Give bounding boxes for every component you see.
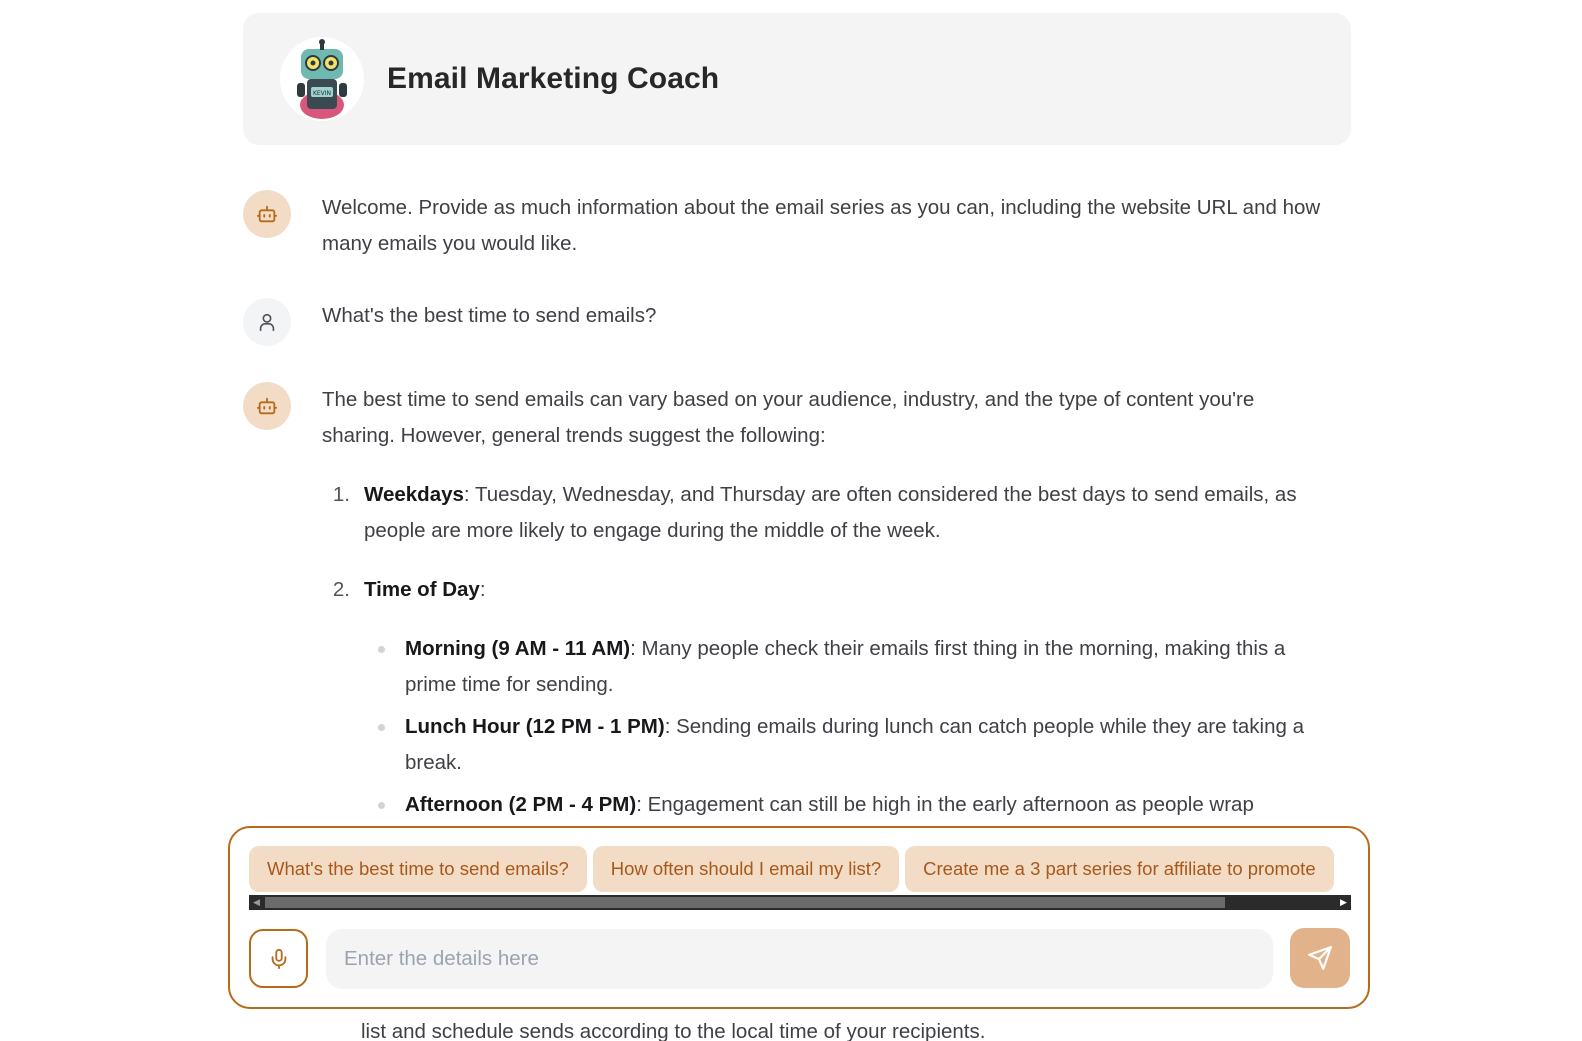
bullet-dot (364, 709, 405, 781)
message-intro: The best time to send emails can vary ba… (322, 388, 1255, 447)
horizontal-scrollbar[interactable]: ◀ ▶ (249, 895, 1351, 910)
robot-avatar-icon: KEVIN (280, 37, 364, 121)
message-bot: Welcome. Provide as much information abo… (243, 190, 1332, 262)
list-item-heading: Weekdays (364, 483, 464, 506)
bullet-body: Lunch Hour (12 PM - 1 PM): Sending email… (405, 709, 1332, 781)
bullet-heading: Morning (9 AM - 11 AM) (405, 637, 631, 660)
message-user: What's the best time to send emails? (243, 298, 1332, 346)
bullet-dot (364, 631, 405, 703)
list-item: 1. Weekdays: Tuesday, Wednesday, and Thu… (322, 477, 1332, 549)
send-icon (1308, 946, 1332, 970)
bullet-dot (364, 787, 405, 823)
bullet-heading: Lunch Hour (12 PM - 1 PM) (405, 715, 665, 738)
list-number: 2. (332, 578, 350, 601)
list-item-body: Weekdays: Tuesday, Wednesday, and Thursd… (364, 477, 1332, 549)
bullet-body: Afternoon (2 PM - 4 PM): Engagement can … (405, 787, 1254, 823)
scroll-right-icon[interactable]: ▶ (1336, 895, 1351, 910)
microphone-button[interactable] (249, 929, 308, 988)
page-title: Email Marketing Coach (387, 62, 720, 95)
bot-icon (243, 190, 291, 238)
list-item-body: Time of Day: Morning (9 AM - 11 AM): Man… (364, 572, 1332, 829)
list-item-text: : (479, 578, 486, 601)
bullet-item: Morning (9 AM - 11 AM): Many people chec… (364, 631, 1332, 703)
bullet-list: Morning (9 AM - 11 AM): Many people chec… (364, 631, 1332, 823)
message-text: Welcome. Provide as much information abo… (322, 196, 1321, 255)
user-icon (243, 298, 291, 346)
chat-header: KEVIN Email Marketing Coach (243, 13, 1351, 145)
bullet-item: Lunch Hour (12 PM - 1 PM): Sending email… (364, 709, 1332, 781)
ordered-list: 1. Weekdays: Tuesday, Wednesday, and Thu… (322, 477, 1332, 829)
scroll-left-icon[interactable]: ◀ (249, 895, 264, 910)
bullet-body: Morning (9 AM - 11 AM): Many people chec… (405, 631, 1332, 703)
suggestion-chip[interactable]: How often should I email my list? (592, 846, 900, 892)
bullet-item: Afternoon (2 PM - 4 PM): Engagement can … (364, 787, 1332, 823)
composer: What's the best time to send emails? How … (228, 826, 1370, 1009)
list-item-text: : Tuesday, Wednesday, and Thursday are o… (364, 483, 1297, 542)
send-button[interactable] (1290, 928, 1350, 988)
suggestion-chip[interactable]: What's the best time to send emails? (249, 846, 587, 892)
microphone-icon (271, 948, 286, 969)
message-text: What's the best time to send emails? (322, 304, 657, 327)
message-body: The best time to send emails can vary ba… (322, 382, 1332, 852)
bullet-text: : Engagement can still be high in the ea… (636, 793, 1254, 816)
message-bot: The best time to send emails can vary ba… (243, 382, 1332, 852)
message-trailing-text: list and schedule sends according to the… (361, 1020, 986, 1041)
list-item: 2. Time of Day: Morning (9 AM - 11 AM): … (322, 572, 1332, 829)
list-number: 1. (332, 483, 350, 506)
bullet-heading: Afternoon (2 PM - 4 PM) (405, 793, 637, 816)
message-input[interactable] (326, 929, 1273, 989)
list-item-heading: Time of Day (364, 578, 480, 601)
scrollbar-thumb[interactable] (265, 897, 1225, 908)
bot-icon (243, 382, 291, 430)
avatar-badge: KEVIN (313, 90, 331, 97)
suggestion-chips[interactable]: What's the best time to send emails? How … (249, 846, 1351, 894)
suggestion-chip[interactable]: Create me a 3 part series for affiliate … (905, 846, 1334, 892)
